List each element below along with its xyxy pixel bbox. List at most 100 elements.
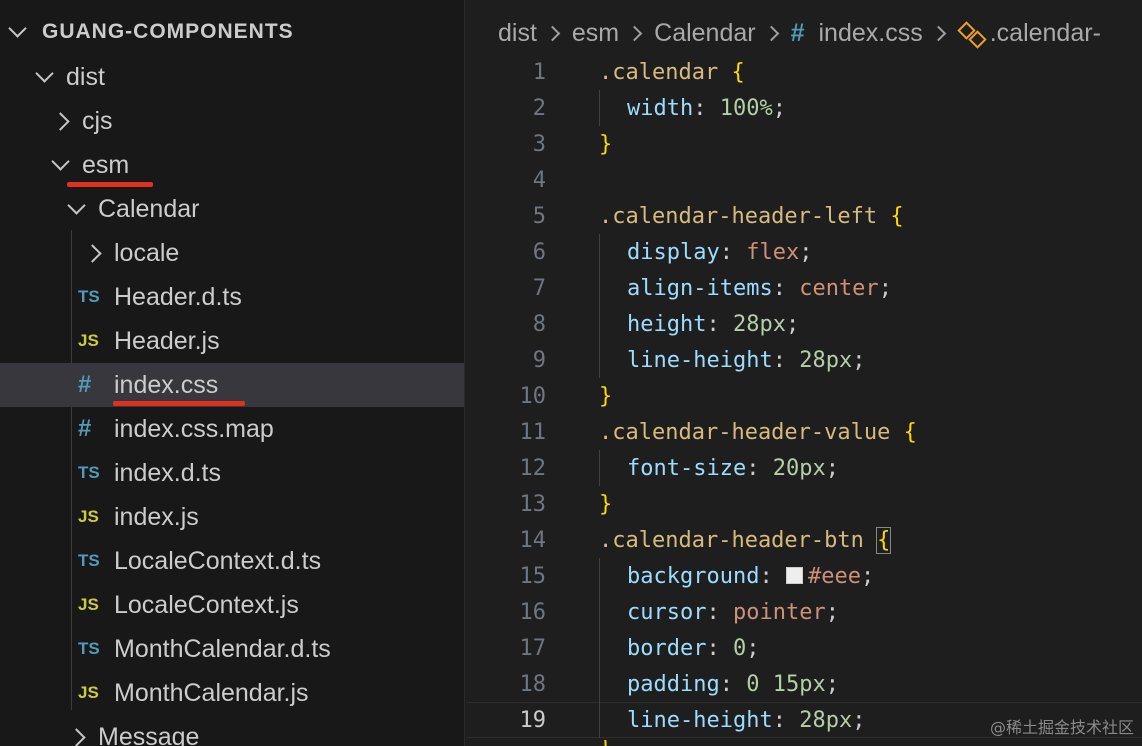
tree-item-label: index.css (114, 370, 219, 399)
indent-guide (599, 702, 600, 738)
line-number: 2 (532, 95, 546, 121)
css-property: font-size (627, 455, 747, 481)
css-value: 100% (719, 95, 773, 121)
code-line[interactable]: 2 width: 100%; (466, 90, 1142, 126)
code-line[interactable]: 4 (466, 162, 1142, 198)
code-line[interactable]: 3} (466, 126, 1142, 162)
chevron-right-icon (47, 99, 73, 143)
tree-item-dist[interactable]: dist (0, 55, 464, 99)
breadcrumb-item-dist[interactable]: dist (498, 19, 537, 48)
code-line[interactable]: 10} (466, 378, 1142, 414)
line-number: 5 (532, 203, 546, 229)
line-number: 9 (532, 347, 546, 373)
css-file-icon: # (78, 415, 92, 442)
tree-item-label: esm (82, 150, 130, 179)
indent-guide (599, 630, 600, 666)
breadcrumb-item-file[interactable]: index.css (819, 19, 923, 48)
tree-item-monthcalendar-d-ts[interactable]: TS MonthCalendar.d.ts (0, 627, 464, 671)
chevron-right-icon (544, 25, 561, 41)
breadcrumb-item-symbol[interactable]: .calendar- (990, 19, 1101, 48)
line-number: 8 (532, 311, 546, 337)
chevron-right-icon (930, 25, 946, 41)
line-number: 15 (519, 563, 547, 589)
breadcrumb: dist esm Calendar # index.css .calendar- (498, 12, 1101, 54)
tree-item-label: locale (114, 238, 180, 267)
line-number: 1 (532, 59, 546, 85)
explorer-root-folder[interactable]: GUANG-COMPONENTS (0, 10, 464, 54)
chevron-down-icon (31, 55, 57, 99)
css-property: height (627, 311, 707, 337)
code-line[interactable]: 1 .calendar { (466, 54, 1142, 90)
code-line[interactable]: 11 .calendar-header-value { (466, 414, 1142, 450)
tree-item-calendar[interactable]: Calendar (0, 187, 464, 231)
tree-item-label: Header.d.ts (114, 282, 242, 311)
tree-item-label: index.d.ts (114, 458, 222, 487)
code-line[interactable]: 7 align-items: center; (466, 270, 1142, 306)
tree-item-header-d-ts[interactable]: TS Header.d.ts (0, 275, 464, 319)
tree-item-localecontext-js[interactable]: JS LocaleContext.js (0, 583, 464, 627)
tree-item-label: index.js (114, 502, 199, 531)
css-property: background (627, 563, 760, 589)
code-line[interactable]: 16 cursor: pointer; (466, 594, 1142, 630)
code-text: cursor: pointer; (627, 599, 839, 625)
indent-guide (599, 666, 600, 702)
tree-item-label: LocaleContext.d.ts (114, 546, 322, 575)
tree-item-message[interactable]: Message (0, 715, 464, 746)
indent-guide (599, 270, 600, 306)
chevron-right-icon (626, 25, 643, 41)
annotation-underline-esm (67, 182, 153, 187)
code-text: display: flex; (627, 239, 813, 265)
indent-guide (599, 558, 600, 594)
watermark: @稀土掘金技术社区 (989, 718, 1134, 737)
css-selector: .calendar-header-value (599, 419, 891, 445)
javascript-file-icon: JS (78, 683, 99, 702)
css-value: 20px (772, 455, 826, 481)
code-text: width: 100%; (627, 95, 786, 121)
typescript-file-icon: TS (78, 287, 100, 306)
indent-guide (599, 450, 600, 486)
code-line[interactable]: 5 .calendar-header-left { (466, 198, 1142, 234)
tree-item-label: MonthCalendar.js (114, 678, 309, 707)
tree-item-monthcalendar-js[interactable]: JS MonthCalendar.js (0, 671, 464, 715)
tree-item-index-js[interactable]: JS index.js (0, 495, 464, 539)
css-value: 0 15px (746, 671, 826, 697)
line-number: 16 (519, 599, 547, 625)
close-brace: } (599, 383, 613, 409)
code-line[interactable]: 12 font-size: 20px; (466, 450, 1142, 486)
breadcrumb-item-calendar[interactable]: Calendar (654, 19, 755, 48)
code-line[interactable]: 9 line-height: 28px; (466, 342, 1142, 378)
code-line[interactable]: 14 .calendar-header-btn { (466, 522, 1142, 558)
code-text: } (599, 384, 612, 409)
tree-item-label: MonthCalendar.d.ts (114, 634, 331, 663)
code-text: align-items: center; (627, 275, 892, 301)
line-number: 17 (519, 635, 547, 661)
line-number: 11 (519, 419, 547, 445)
tree-item-locale[interactable]: locale (0, 231, 464, 275)
open-brace: { (876, 526, 892, 554)
code-line[interactable]: 13} (466, 486, 1142, 522)
tree-item-label: cjs (82, 106, 113, 135)
indent-guide (599, 90, 600, 126)
tree-item-label: index.css.map (114, 414, 274, 443)
tree-item-index-css-map[interactable]: # index.css.map (0, 407, 464, 451)
open-brace: { (890, 203, 904, 229)
code-line[interactable]: 15 background: #eee; (466, 558, 1142, 594)
tree-item-cjs[interactable]: cjs (0, 99, 464, 143)
code-text: line-height: 28px; (627, 347, 866, 373)
tree-item-header-js[interactable]: JS Header.js (0, 319, 464, 363)
tree-item-localecontext-d-ts[interactable]: TS LocaleContext.d.ts (0, 539, 464, 583)
code-line[interactable]: 8 height: 28px; (466, 306, 1142, 342)
tree-item-esm[interactable]: esm (0, 143, 464, 187)
code-line[interactable]: 6 display: flex; (466, 234, 1142, 270)
line-number: 19 (519, 707, 547, 733)
line-number: 13 (519, 491, 547, 517)
color-swatch[interactable] (785, 566, 803, 584)
code-editor[interactable]: 1 .calendar {2 width: 100%; 3} 4 5 .calendar-h… (466, 54, 1142, 746)
chevron-right-icon (763, 25, 779, 41)
code-line[interactable]: 18 padding: 0 15px; (466, 666, 1142, 702)
css-property: display (627, 239, 720, 265)
code-line[interactable]: 17 border: 0; (466, 630, 1142, 666)
tree-item-index-d-ts[interactable]: TS index.d.ts (0, 451, 464, 495)
breadcrumb-item-esm[interactable]: esm (572, 19, 619, 48)
line-number: 18 (519, 671, 547, 697)
